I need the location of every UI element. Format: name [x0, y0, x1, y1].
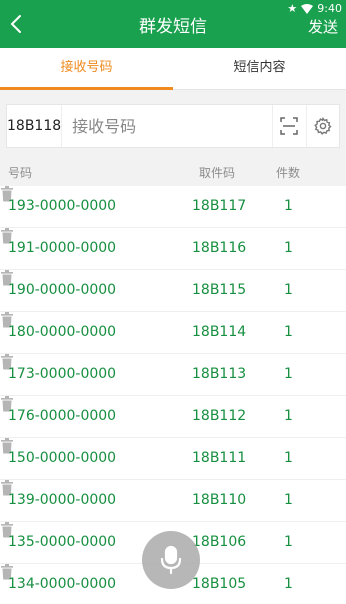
scan-icon — [280, 117, 299, 135]
pickup-code: 18B106 — [192, 534, 247, 550]
header-count: 件数 — [276, 166, 301, 180]
pickup-code: 18B105 — [192, 576, 247, 592]
list-header: 号码 取件码 件数 — [0, 160, 346, 184]
voice-input-button[interactable] — [142, 531, 200, 589]
recipient-number: 191-0000-0000 — [8, 240, 117, 256]
item-count: 1 — [284, 198, 293, 214]
recipient-number: 176-0000-0000 — [8, 408, 117, 424]
pickup-code: 18B115 — [192, 282, 247, 298]
recipient-number: 173-0000-0000 — [8, 366, 117, 382]
page-title: 群发短信 — [139, 17, 207, 37]
table-row[interactable]: 139-0000-0000 18B110 1 — [0, 480, 346, 522]
recipient-input-row: 18B118 — [6, 104, 340, 148]
settings-button[interactable] — [305, 105, 339, 147]
table-row[interactable]: 193-0000-0000 18B117 1 — [0, 186, 346, 228]
item-count: 1 — [284, 324, 293, 340]
table-row[interactable]: 176-0000-0000 18B112 1 — [0, 396, 346, 438]
table-row[interactable]: 191-0000-0000 18B116 1 — [0, 228, 346, 270]
tab-message-content[interactable]: 短信内容 — [173, 48, 346, 89]
header-number: 号码 — [8, 166, 33, 180]
tab-bar: 接收号码 短信内容 — [0, 48, 346, 90]
app-bar: ★ 9:40 群发短信 发送 — [0, 0, 346, 48]
scan-button[interactable] — [272, 105, 305, 147]
table-row[interactable]: 180-0000-0000 18B114 1 — [0, 312, 346, 354]
item-count: 1 — [284, 450, 293, 466]
recipient-number: 139-0000-0000 — [8, 492, 117, 508]
recipient-number: 134-0000-0000 — [8, 576, 117, 592]
table-row[interactable]: 150-0000-0000 18B111 1 — [0, 438, 346, 480]
gear-icon — [313, 117, 332, 135]
item-count: 1 — [284, 576, 293, 592]
pickup-code: 18B110 — [192, 492, 247, 508]
pickup-code: 18B114 — [192, 324, 247, 340]
table-row[interactable]: 190-0000-0000 18B115 1 — [0, 270, 346, 312]
item-count: 1 — [284, 492, 293, 508]
recipient-number: 193-0000-0000 — [8, 198, 117, 214]
pickup-code: 18B112 — [192, 408, 247, 424]
header-pickup-code: 取件码 — [199, 166, 236, 180]
microphone-icon — [160, 545, 182, 575]
phone-number-input[interactable] — [62, 105, 273, 147]
recipient-number: 135-0000-0000 — [8, 534, 117, 550]
recipient-number: 190-0000-0000 — [8, 282, 117, 298]
item-count: 1 — [284, 408, 293, 424]
pickup-code: 18B111 — [192, 450, 247, 466]
recipient-number: 150-0000-0000 — [8, 450, 117, 466]
table-row[interactable]: 173-0000-0000 18B113 1 — [0, 354, 346, 396]
tab-recipients[interactable]: 接收号码 — [0, 48, 173, 90]
item-count: 1 — [284, 534, 293, 550]
pickup-code: 18B116 — [192, 240, 247, 256]
item-count: 1 — [284, 240, 293, 256]
pickup-code-prefix[interactable]: 18B118 — [7, 105, 63, 147]
send-button[interactable]: 发送 — [308, 16, 338, 37]
item-count: 1 — [284, 282, 293, 298]
item-count: 1 — [284, 366, 293, 382]
pickup-code: 18B113 — [192, 366, 247, 382]
recipient-number: 180-0000-0000 — [8, 324, 117, 340]
pickup-code: 18B117 — [192, 198, 247, 214]
